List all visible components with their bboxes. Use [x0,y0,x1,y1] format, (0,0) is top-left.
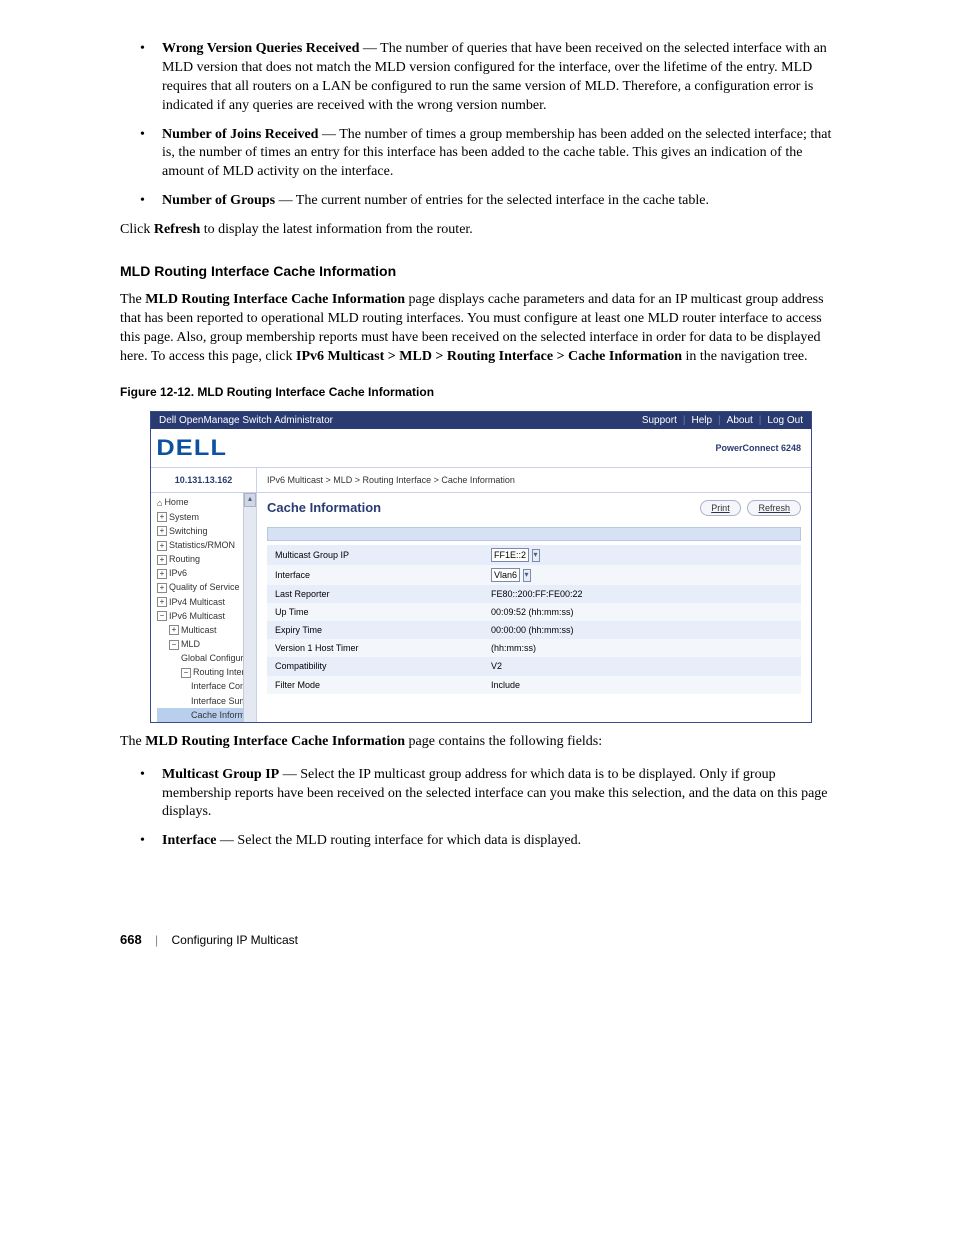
nav-item[interactable]: −Routing Interface [157,665,256,679]
section-divider [267,527,801,541]
top-link-support[interactable]: Support [642,415,677,426]
row-value: Vlan6 ▾ [483,565,801,585]
row-key: Expiry Time [267,621,483,639]
nav-item[interactable]: ⌂Home [157,495,256,510]
nav-tree: ⌂Home+System+Switching+Statistics/RMON+R… [151,493,256,722]
refresh-button[interactable]: Refresh [747,500,801,516]
table-row: CompatibilityV2 [267,657,801,675]
nav-item[interactable]: +Multicast [157,623,256,637]
info-table: Multicast Group IPFF1E::2 ▾InterfaceVlan… [267,545,801,694]
select-field[interactable]: FF1E::2 [491,548,529,562]
chevron-down-icon[interactable]: ▾ [532,549,540,562]
expand-icon[interactable]: + [157,526,167,536]
nav-item[interactable]: +IPv4 Multicast [157,595,256,609]
content-column: IPv6 Multicast > MLD > Routing Interface… [257,468,811,722]
top-link-help[interactable]: Help [691,415,712,426]
page-footer: 668 | Configuring IP Multicast [120,931,834,949]
nav-item[interactable]: Global Configurat [157,651,256,665]
section-heading: MLD Routing Interface Cache Information [120,262,834,281]
doc-bullet: Multicast Group IP — Select the IP multi… [120,766,834,823]
footer-section: Configuring IP Multicast [172,933,299,947]
row-key: Filter Mode [267,676,483,694]
figure-caption: Figure 12-12. MLD Routing Interface Cach… [120,384,834,400]
nav-item[interactable]: +Switching [157,524,256,538]
top-link-about[interactable]: About [727,415,753,426]
row-key: Last Reporter [267,585,483,603]
model-label: PowerConnect 6248 [715,442,801,454]
chevron-down-icon[interactable]: ▾ [523,569,531,582]
doc-bullet: Wrong Version Queries Received — The num… [120,40,834,116]
row-key: Multicast Group IP [267,545,483,565]
row-value: FF1E::2 ▾ [483,545,801,565]
row-key: Version 1 Host Timer [267,639,483,657]
nav-scrollbar[interactable]: ▴ [243,493,256,722]
refresh-paragraph: Click Refresh to display the latest info… [120,221,834,240]
select-field[interactable]: Vlan6 [491,568,520,582]
doc-bullet: Number of Groups — The current number of… [120,192,834,211]
expand-icon[interactable]: + [157,597,167,607]
expand-icon[interactable]: + [157,541,167,551]
table-row: Expiry Time00:00:00 (hh:mm:ss) [267,621,801,639]
nav-column: 10.131.13.162 ⌂Home+System+Switching+Sta… [151,468,257,722]
nav-item[interactable]: Cache Informa [157,708,256,722]
print-button[interactable]: Print [700,500,741,516]
device-ip: 10.131.13.162 [151,468,256,493]
expand-icon[interactable]: + [157,569,167,579]
expand-icon[interactable]: + [157,555,167,565]
row-value: V2 [483,657,801,675]
top-link-log-out[interactable]: Log Out [767,415,803,426]
post-shot-paragraph: The MLD Routing Interface Cache Informat… [120,733,834,752]
row-value: FE80::200:FF:FE00:22 [483,585,801,603]
intro-paragraph: The MLD Routing Interface Cache Informat… [120,291,834,367]
window-topbar: Dell OpenManage Switch Administrator Sup… [151,412,811,430]
logo-bar: DELL PowerConnect 6248 [151,429,811,468]
table-row: InterfaceVlan6 ▾ [267,565,801,585]
dell-logo: DELL [156,433,227,463]
nav-item[interactable]: +Routing [157,552,256,566]
row-key: Compatibility [267,657,483,675]
home-icon: ⌂ [157,497,162,509]
scroll-up-icon[interactable]: ▴ [244,493,256,507]
row-key: Up Time [267,603,483,621]
nav-item[interactable]: +Quality of Service [157,580,256,594]
nav-item[interactable]: +Statistics/RMON [157,538,256,552]
row-value: (hh:mm:ss) [483,639,801,657]
row-value: 00:09:52 (hh:mm:ss) [483,603,801,621]
nav-item[interactable]: Interface Confi [157,679,256,693]
row-value: Include [483,676,801,694]
collapse-icon[interactable]: − [181,668,191,678]
nav-item[interactable]: +IPv6 [157,566,256,580]
table-row: Up Time00:09:52 (hh:mm:ss) [267,603,801,621]
page-title: Cache Information [267,499,381,517]
expand-icon[interactable]: + [157,512,167,522]
table-row: Version 1 Host Timer (hh:mm:ss) [267,639,801,657]
row-value: 00:00:00 (hh:mm:ss) [483,621,801,639]
nav-item[interactable]: −IPv6 Multicast [157,609,256,623]
table-row: Multicast Group IPFF1E::2 ▾ [267,545,801,565]
row-key: Interface [267,565,483,585]
nav-item[interactable]: −MLD [157,637,256,651]
table-row: Last ReporterFE80::200:FF:FE00:22 [267,585,801,603]
doc-bullet: Number of Joins Received — The number of… [120,126,834,183]
table-row: Filter ModeInclude [267,676,801,694]
breadcrumb: IPv6 Multicast > MLD > Routing Interface… [257,468,811,493]
nav-item[interactable]: +System [157,510,256,524]
doc-bullet: Interface — Select the MLD routing inter… [120,832,834,851]
expand-icon[interactable]: + [157,583,167,593]
nav-item[interactable]: Interface Sum [157,694,256,708]
collapse-icon[interactable]: − [157,611,167,621]
page-number: 668 [120,932,142,947]
expand-icon[interactable]: + [169,625,179,635]
collapse-icon[interactable]: − [169,640,179,650]
screenshot-window: Dell OpenManage Switch Administrator Sup… [150,411,812,723]
app-title: Dell OpenManage Switch Administrator [159,414,333,428]
